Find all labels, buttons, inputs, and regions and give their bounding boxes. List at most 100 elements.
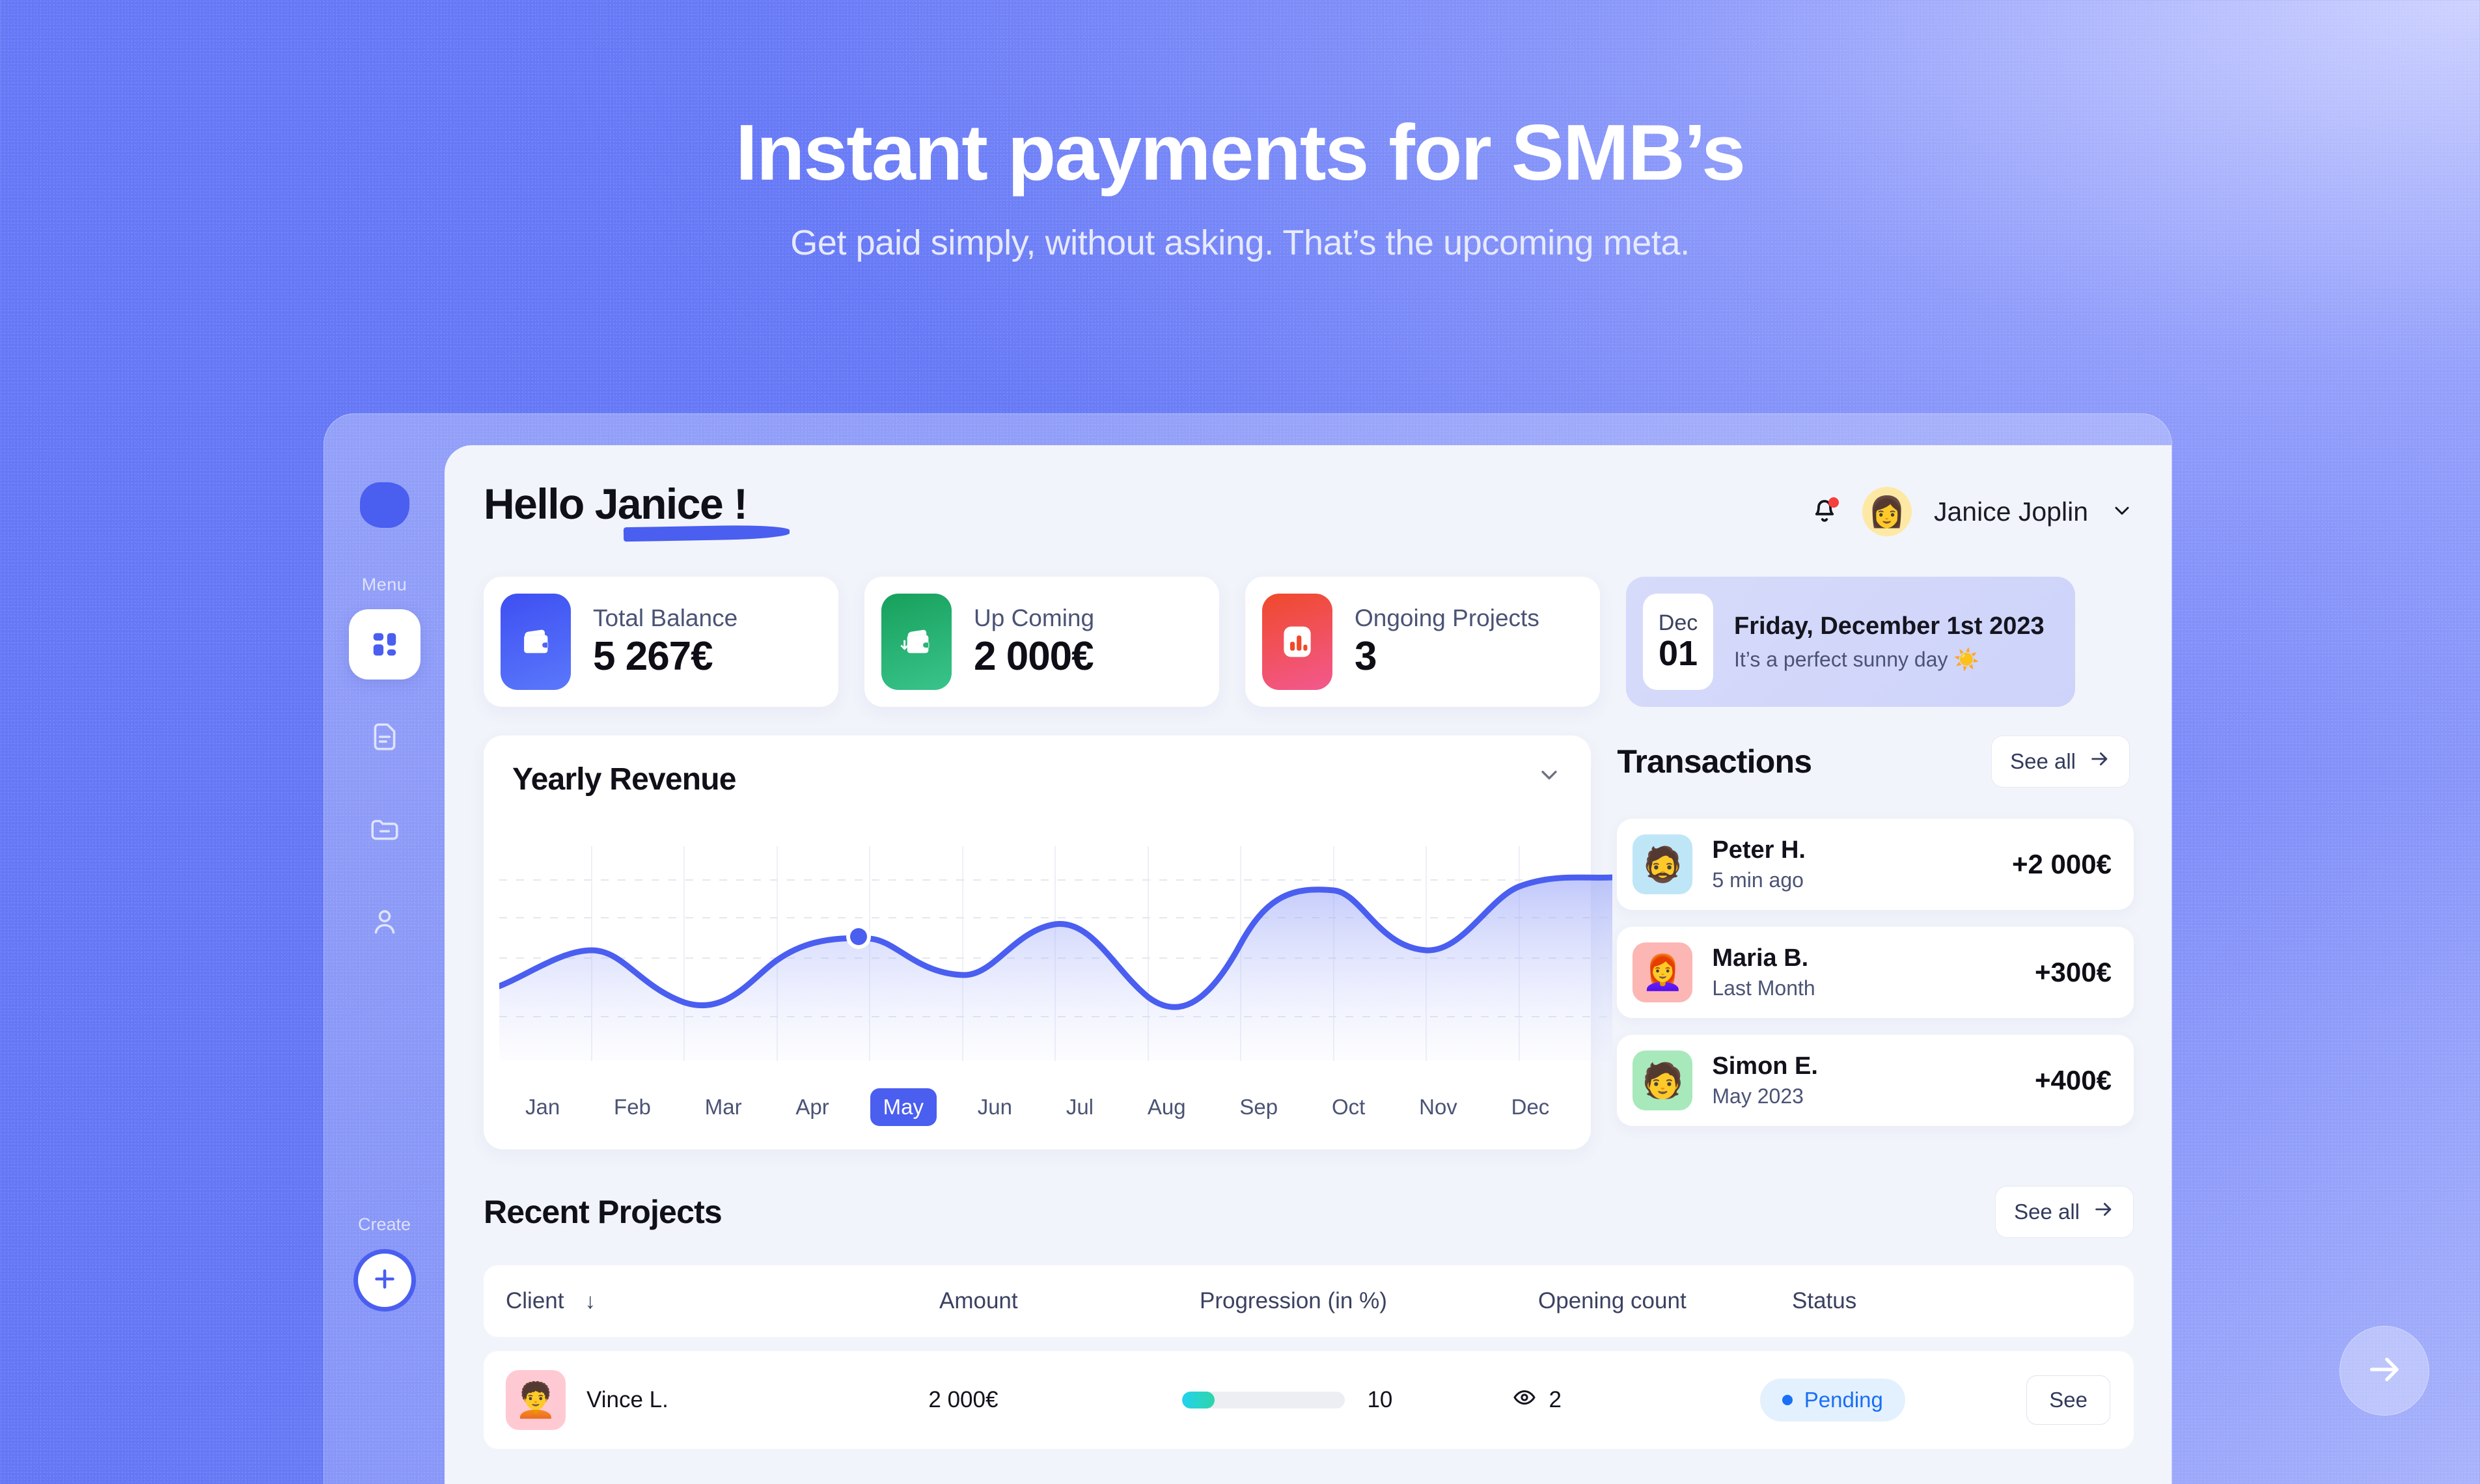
transaction-time: 5 min ago bbox=[1712, 868, 1804, 892]
plus-icon bbox=[370, 1264, 400, 1297]
stat-card-text: Total Balance 5 267€ bbox=[593, 605, 737, 680]
chart-month-nov[interactable]: Nov bbox=[1406, 1088, 1470, 1126]
chevron-down-icon[interactable] bbox=[2110, 499, 2134, 525]
stat-card-text: Ongoing Projects 3 bbox=[1355, 605, 1539, 680]
sidebar-create-section: Create bbox=[353, 1215, 416, 1484]
stat-label: Up Coming bbox=[974, 604, 1095, 631]
sidebar-nav bbox=[348, 609, 420, 957]
date-day: 01 bbox=[1658, 633, 1698, 673]
sidebar-menu-label: Menu bbox=[361, 575, 407, 594]
chart-month-dec[interactable]: Dec bbox=[1498, 1088, 1563, 1126]
stat-value: 3 bbox=[1355, 633, 1377, 679]
main-content-panel: Hello Janice ! 👩 Janice Joplin Total Bal… bbox=[445, 445, 2171, 1484]
cell-status: Pending bbox=[1759, 1379, 2027, 1422]
arrow-right-icon bbox=[2089, 748, 2111, 775]
status-badge: Pending bbox=[1759, 1379, 1905, 1422]
chart-month-selector: Jan Feb Mar Apr May Jun Jul Aug Sep Oct … bbox=[512, 1088, 1562, 1126]
next-slide-button[interactable] bbox=[2339, 1326, 2429, 1416]
greeting-text: Hello Janice ! bbox=[484, 480, 748, 528]
date-month: Dec bbox=[1658, 610, 1698, 635]
chart-month-jun[interactable]: Jun bbox=[965, 1088, 1025, 1126]
date-widget: Dec 01 Friday, December 1st 2023 It’s a … bbox=[1626, 577, 2075, 707]
notifications-button[interactable] bbox=[1809, 496, 1840, 527]
transactions-see-all-button[interactable]: See all bbox=[1991, 735, 2130, 788]
app-logo bbox=[359, 482, 409, 528]
sidebar-item-documents[interactable] bbox=[349, 702, 420, 772]
column-header-opening-count: Opening count bbox=[1538, 1288, 1687, 1313]
stat-value: 2 000€ bbox=[974, 633, 1094, 679]
hero-title: Instant payments for SMB’s bbox=[735, 108, 1746, 197]
stat-value: 5 267€ bbox=[593, 633, 713, 679]
transaction-amount: +400€ bbox=[2035, 1065, 2112, 1095]
sort-arrow-icon[interactable]: ↓ bbox=[585, 1289, 596, 1313]
table-row[interactable]: 🧑‍🦱 Vince L. 2 000€ 10 2 bbox=[484, 1351, 2134, 1449]
transaction-row[interactable]: 👩‍🦰 Maria B. Last Month +300€ bbox=[1617, 927, 2134, 1018]
weather-text: It’s a perfect sunny day ☀️ bbox=[1734, 647, 1980, 671]
transactions-section: Transactions See all 🧔 Peter H. 5 min ag… bbox=[1617, 735, 2134, 1149]
yearly-revenue-card: Yearly Revenue Jan Feb Mar Apr May Jun J… bbox=[484, 735, 1612, 1149]
chevron-down-icon[interactable] bbox=[1536, 762, 1562, 791]
stat-label: Total Balance bbox=[593, 604, 738, 631]
status-dot-icon bbox=[1782, 1395, 1793, 1405]
status-label: Pending bbox=[1804, 1388, 1883, 1412]
transaction-name: Maria B. bbox=[1712, 944, 1809, 972]
stat-card-up-coming[interactable]: Up Coming 2 000€ bbox=[864, 577, 1219, 707]
middle-row: Yearly Revenue Jan Feb Mar Apr May Jun J… bbox=[484, 735, 2134, 1149]
chart-month-aug[interactable]: Aug bbox=[1135, 1088, 1199, 1126]
chart-month-jan[interactable]: Jan bbox=[512, 1088, 573, 1126]
sidebar-item-profile[interactable] bbox=[349, 886, 420, 957]
chart-title: Yearly Revenue bbox=[512, 762, 737, 797]
sidebar: Menu Create bbox=[324, 414, 445, 1484]
chart-month-may[interactable]: May bbox=[870, 1088, 937, 1126]
see-all-label: See all bbox=[2010, 749, 2076, 773]
column-header-amount: Amount bbox=[939, 1288, 1018, 1313]
client-avatar: 🧑‍🦱 bbox=[506, 1370, 566, 1430]
chart-month-feb[interactable]: Feb bbox=[601, 1088, 664, 1126]
transaction-time: Last Month bbox=[1712, 976, 1815, 1000]
date-text: Friday, December 1st 2023 It’s a perfect… bbox=[1734, 612, 2045, 672]
date-box: Dec 01 bbox=[1643, 594, 1713, 690]
see-project-button[interactable]: See bbox=[2026, 1375, 2111, 1425]
stat-card-ongoing-projects[interactable]: Ongoing Projects 3 bbox=[1245, 577, 1600, 707]
chart-month-apr[interactable]: Apr bbox=[782, 1088, 842, 1126]
chart-month-jul[interactable]: Jul bbox=[1053, 1088, 1107, 1126]
transaction-avatar: 🧑 bbox=[1633, 1051, 1693, 1110]
sidebar-item-dashboard[interactable] bbox=[348, 609, 420, 680]
recent-projects-see-all-button[interactable]: See all bbox=[1995, 1186, 2134, 1238]
sidebar-create-label: Create bbox=[357, 1215, 411, 1234]
see-all-label: See all bbox=[2014, 1200, 2080, 1224]
avatar[interactable]: 👩 bbox=[1862, 487, 1912, 536]
create-button[interactable] bbox=[353, 1249, 416, 1312]
transaction-name: Simon E. bbox=[1712, 1052, 1818, 1080]
stat-cards: Total Balance 5 267€ Up Coming 2 000€ On… bbox=[484, 577, 2134, 707]
revenue-area-chart bbox=[499, 846, 1612, 1061]
grid-icon bbox=[370, 629, 400, 659]
transaction-row[interactable]: 🧔 Peter H. 5 min ago +2 000€ bbox=[1617, 819, 2134, 910]
eye-icon bbox=[1512, 1385, 1537, 1416]
transaction-info: Simon E. May 2023 bbox=[1712, 1052, 1818, 1108]
notification-badge bbox=[1828, 497, 1839, 508]
chart-month-oct[interactable]: Oct bbox=[1319, 1088, 1378, 1126]
sidebar-item-folders[interactable] bbox=[349, 794, 420, 864]
recent-projects-header: Recent Projects See all bbox=[484, 1186, 2134, 1238]
stat-card-total-balance[interactable]: Total Balance 5 267€ bbox=[484, 577, 838, 707]
transaction-info: Peter H. 5 min ago bbox=[1712, 836, 1806, 892]
transactions-header: Transactions See all bbox=[1617, 735, 2134, 788]
folder-icon bbox=[368, 813, 401, 845]
column-label-client: Client bbox=[506, 1288, 564, 1313]
cell-client: 🧑‍🦱 Vince L. bbox=[484, 1370, 928, 1430]
transactions-title: Transactions bbox=[1617, 743, 1812, 780]
transaction-time: May 2023 bbox=[1712, 1084, 1804, 1108]
arrow-right-icon bbox=[2364, 1349, 2404, 1393]
bar-chart-icon bbox=[1262, 594, 1332, 690]
chart-month-sep[interactable]: Sep bbox=[1226, 1088, 1291, 1126]
chart-month-mar[interactable]: Mar bbox=[692, 1088, 755, 1126]
cell-opening-count: 2 bbox=[1512, 1385, 1759, 1416]
transaction-name: Peter H. bbox=[1712, 836, 1806, 864]
transaction-amount: +2 000€ bbox=[2012, 849, 2112, 879]
chart-header: Yearly Revenue bbox=[512, 762, 1562, 797]
date-full: Friday, December 1st 2023 bbox=[1734, 612, 2045, 640]
column-header-client[interactable]: Client ↓ bbox=[484, 1288, 939, 1314]
dashboard-window: Menu Create Hello Janice ! 👩 Janice Jopl… bbox=[324, 413, 2172, 1484]
transaction-row[interactable]: 🧑 Simon E. May 2023 +400€ bbox=[1617, 1035, 2134, 1126]
